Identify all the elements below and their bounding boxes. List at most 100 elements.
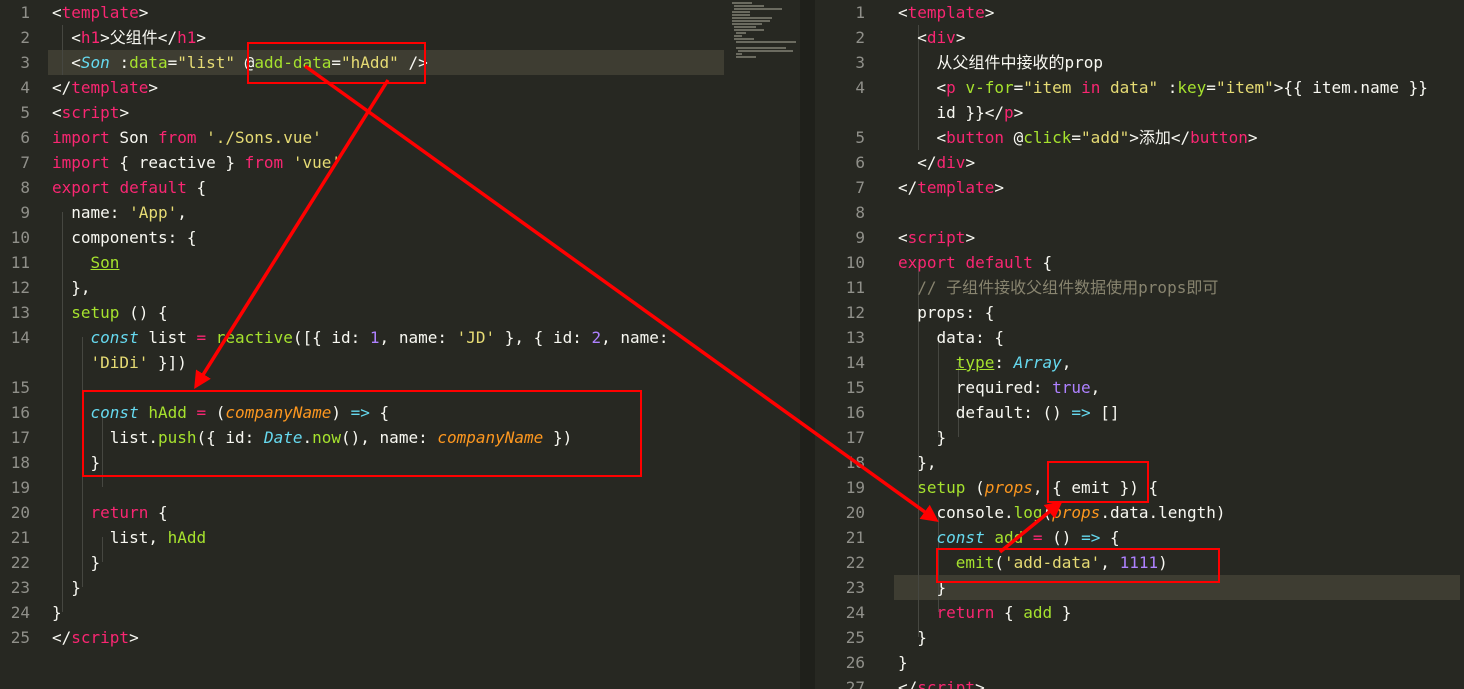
code-token: Son xyxy=(90,253,120,272)
code-line[interactable]: }, xyxy=(52,275,90,300)
code-line[interactable]: </template> xyxy=(52,75,158,100)
code-line[interactable]: props: { xyxy=(898,300,994,325)
line-number: 17 xyxy=(845,428,865,447)
line-number: 25 xyxy=(10,628,30,647)
code-line[interactable]: </script> xyxy=(898,675,985,689)
code-token: components: { xyxy=(52,228,197,247)
code-token: > xyxy=(965,228,976,247)
line-number: 11 xyxy=(845,278,865,297)
code-token: < xyxy=(898,228,908,247)
code-line[interactable]: </script> xyxy=(52,625,139,650)
code-line[interactable]: export default { xyxy=(52,175,206,200)
code-line[interactable]: <script> xyxy=(52,100,129,125)
code-line[interactable]: const add = () => { xyxy=(898,525,1120,550)
line-number: 20 xyxy=(10,503,30,522)
code-line[interactable]: return { add } xyxy=(898,600,1072,625)
code-token: Array xyxy=(1013,353,1062,372)
code-token: </ xyxy=(898,153,937,172)
code-token: 'vue' xyxy=(292,153,341,172)
pane-divider[interactable] xyxy=(800,0,815,689)
line-number: 3 xyxy=(855,53,865,72)
code-line[interactable]: required: true, xyxy=(898,375,1101,400)
code-line[interactable]: }, xyxy=(898,450,936,475)
code-token: button xyxy=(1190,128,1248,147)
line-number: 5 xyxy=(20,103,30,122)
line-number: 25 xyxy=(845,628,865,647)
code-token: type xyxy=(955,353,995,372)
code-token: export xyxy=(898,253,956,272)
code-line[interactable]: <script> xyxy=(898,225,975,250)
code-line[interactable]: </div> xyxy=(898,150,975,175)
code-line[interactable]: list, hAdd xyxy=(52,525,206,550)
code-line[interactable]: } xyxy=(898,425,947,450)
code-token: template xyxy=(917,178,995,197)
code-token: ( xyxy=(1042,503,1053,522)
code-line[interactable]: <button @click="add">添加</button> xyxy=(898,125,1258,150)
code-token: from xyxy=(157,128,197,147)
code-token: return xyxy=(90,503,149,522)
code-line[interactable]: } xyxy=(52,600,62,625)
code-line[interactable]: <h1>父组件</h1> xyxy=(52,25,206,50)
minimap[interactable] xyxy=(730,0,800,60)
code-line[interactable]: <div> xyxy=(898,25,965,50)
code-token: reactive xyxy=(215,328,293,347)
code-token: button xyxy=(946,128,1004,147)
code-line[interactable]: } xyxy=(898,650,908,675)
code-token: = xyxy=(1071,128,1082,147)
code-line[interactable]: Son xyxy=(52,250,120,275)
code-line[interactable]: // 子组件接收父组件数据使用props即可 xyxy=(898,275,1218,300)
line-number: 19 xyxy=(10,478,30,497)
code-line[interactable]: } xyxy=(898,625,927,650)
code-line[interactable]: return { xyxy=(52,500,168,525)
code-line[interactable]: 'DiDi' }]) xyxy=(52,350,187,375)
code-token: > xyxy=(965,153,976,172)
code-line[interactable]: console.log(props.data.length) xyxy=(898,500,1226,525)
code-token: div xyxy=(936,153,966,172)
code-line[interactable]: id }}</p> xyxy=(898,100,1024,125)
code-token: ([{ id: xyxy=(292,328,370,347)
code-line[interactable]: } xyxy=(52,575,81,600)
code-token: required: xyxy=(898,378,1053,397)
code-line[interactable]: import Son from './Sons.vue' xyxy=(52,125,322,150)
code-line[interactable]: 从父组件中接收的prop xyxy=(898,50,1104,75)
code-line[interactable]: const list = reactive([{ id: 1, name: 'J… xyxy=(52,325,669,350)
left-editor-pane[interactable]: 1 <template> 2 <h1>父组件</h1> 3 <Son :data="l… xyxy=(0,0,800,689)
line-number: 16 xyxy=(845,403,865,422)
code-line[interactable]: <p v-for="item in data" :key="item">{{ i… xyxy=(898,75,1428,100)
line-number: 27 xyxy=(845,678,865,689)
code-token: < xyxy=(52,103,62,122)
code-line[interactable]: components: { xyxy=(52,225,197,250)
code-line[interactable]: </template> xyxy=(898,175,1004,200)
code-line[interactable]: default: () => [] xyxy=(898,400,1120,425)
code-line[interactable]: } xyxy=(52,550,101,575)
code-line[interactable]: setup () { xyxy=(52,300,167,325)
code-line[interactable]: type: Array, xyxy=(898,350,1072,375)
code-token: , name: xyxy=(601,328,669,347)
code-line[interactable]: data: { xyxy=(898,325,1004,350)
code-line[interactable]: <template> xyxy=(898,0,994,25)
minimap-line xyxy=(734,8,782,10)
line-number: 13 xyxy=(10,303,30,322)
line-number: 4 xyxy=(20,78,30,97)
code-token: @ xyxy=(1003,128,1024,147)
code-token: { xyxy=(1032,253,1053,272)
code-token: , xyxy=(1061,353,1072,372)
code-token: // 子组件接收父组件数据使用props即可 xyxy=(898,278,1219,297)
code-line[interactable]: import { reactive } from 'vue' xyxy=(52,150,341,175)
line-number: 5 xyxy=(855,128,865,147)
code-token: p xyxy=(946,78,956,97)
line-number: 8 xyxy=(855,203,865,222)
code-token: < xyxy=(52,28,81,47)
code-line[interactable]: export default { xyxy=(898,250,1052,275)
line-number: 15 xyxy=(845,378,865,397)
code-line[interactable]: <template> xyxy=(52,0,148,25)
right-editor-pane[interactable]: 1 <template> 2 <div> 3 从父组件中接收的prop 4 <p v-f… xyxy=(815,0,1464,689)
code-line[interactable]: name: 'App', xyxy=(52,200,187,225)
